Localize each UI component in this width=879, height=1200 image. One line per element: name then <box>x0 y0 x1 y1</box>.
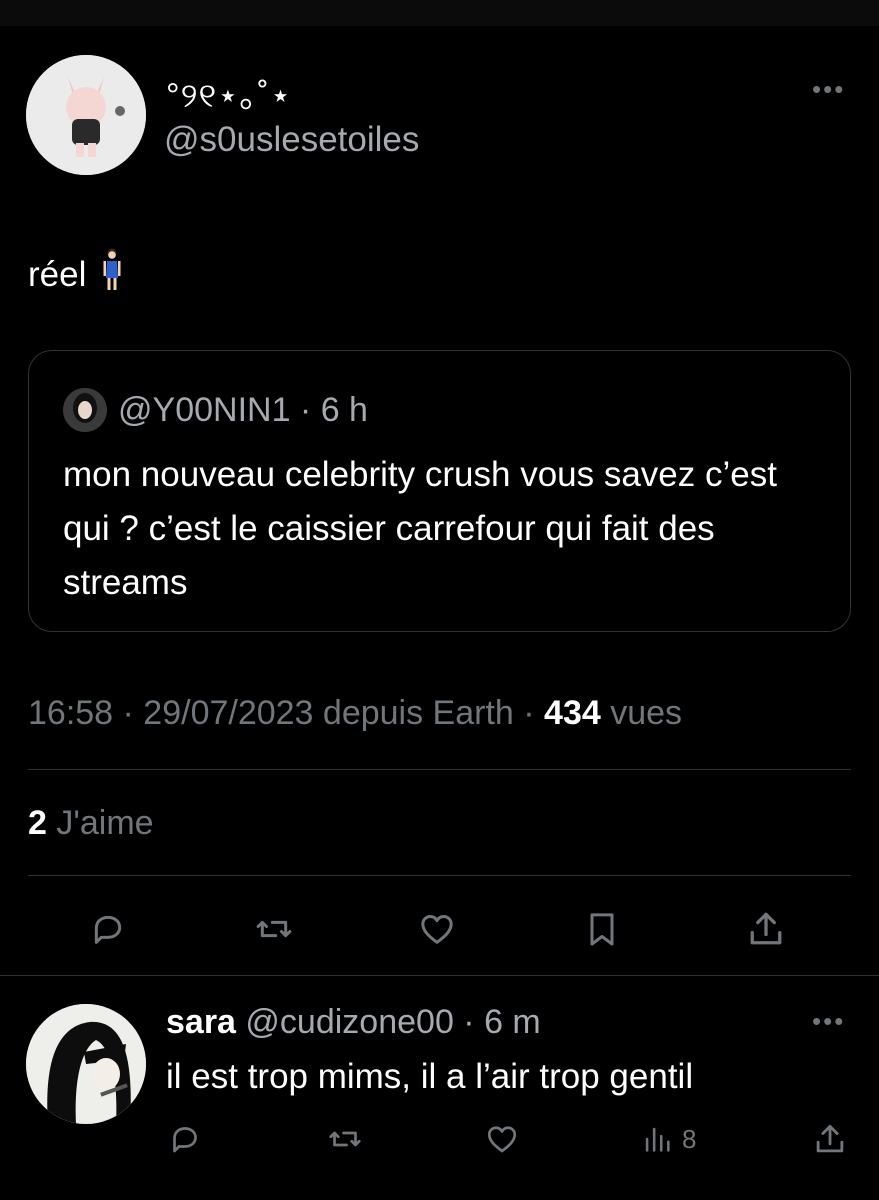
quoted-tweet-text: mon nouveau celebrity crush vous savez c… <box>63 455 777 602</box>
share-icon <box>750 912 782 945</box>
tweet-meta: 16:58 · 29/07/2023 depuis Earth · 434 vu… <box>28 694 682 733</box>
reply-author-avatar[interactable] <box>26 1004 146 1124</box>
reply-retweet-button[interactable] <box>325 1121 365 1157</box>
quoted-author-avatar[interactable] <box>63 388 107 432</box>
divider <box>0 975 879 976</box>
retweet-icon <box>329 1131 361 1147</box>
reply-icon <box>173 1127 197 1153</box>
separator-dot: · <box>290 391 321 429</box>
views-count: 434 <box>544 694 601 732</box>
tweet-text-content: réel <box>28 255 87 294</box>
tweet-timestamp[interactable]: 16:58 · 29/07/2023 depuis Earth · <box>28 694 535 732</box>
tweet-text: réel <box>28 248 122 301</box>
divider <box>28 875 851 876</box>
likes-summary[interactable]: 2 J'aime <box>28 804 154 843</box>
quoted-handle[interactable]: @Y00NIN1 <box>118 391 290 429</box>
reply-views-count: 8 <box>682 1123 697 1154</box>
reply-author-name[interactable]: sara <box>166 1003 236 1041</box>
avatar-image <box>26 55 146 175</box>
bookmark-icon <box>590 913 614 946</box>
like-icon <box>421 915 453 944</box>
reply-time: 6 m <box>484 1003 541 1041</box>
reply-views-button[interactable]: 8 <box>640 1122 696 1156</box>
divider <box>28 769 851 770</box>
share-button[interactable] <box>744 907 788 951</box>
likes-label: J'aime <box>56 804 154 842</box>
reply-avatar-image <box>26 1004 146 1124</box>
reply-more-options-icon[interactable]: ••• <box>812 1006 845 1037</box>
reply-like-button[interactable] <box>482 1121 522 1157</box>
bookmark-button[interactable] <box>582 907 622 951</box>
views-label: vues <box>610 694 683 732</box>
reply-author-handle[interactable]: @cudizone00 <box>245 1003 453 1041</box>
share-icon <box>816 1124 844 1153</box>
quoted-time: 6 h <box>320 391 368 429</box>
quoted-avatar-image <box>63 388 107 432</box>
reply-share-button[interactable] <box>811 1120 849 1158</box>
like-button[interactable] <box>414 909 460 949</box>
retweet-icon <box>256 920 292 938</box>
separator-dot: · <box>453 1003 485 1041</box>
retweet-button[interactable] <box>250 909 298 949</box>
reply-button[interactable] <box>86 909 130 949</box>
quoted-handle-line: @Y00NIN1 · 6 h <box>118 391 368 430</box>
reply-header: sara @cudizone00 · 6 m <box>166 1003 541 1042</box>
reply-reply-button[interactable] <box>166 1121 204 1157</box>
person-standing-icon <box>102 248 122 301</box>
author-avatar[interactable] <box>26 55 146 175</box>
author-display-name[interactable]: °୨୧⋆｡˚⋆ <box>166 68 292 117</box>
author-handle[interactable]: @s0uslesetoiles <box>164 120 419 160</box>
more-options-icon[interactable]: ••• <box>812 74 845 105</box>
like-icon <box>487 1126 517 1153</box>
reply-icon <box>94 915 122 944</box>
reply-text: il est trop mims, il a l’air trop gentil <box>166 1057 694 1096</box>
likes-count: 2 <box>28 804 47 842</box>
analytics-icon <box>645 1127 670 1152</box>
top-bar <box>0 0 879 26</box>
